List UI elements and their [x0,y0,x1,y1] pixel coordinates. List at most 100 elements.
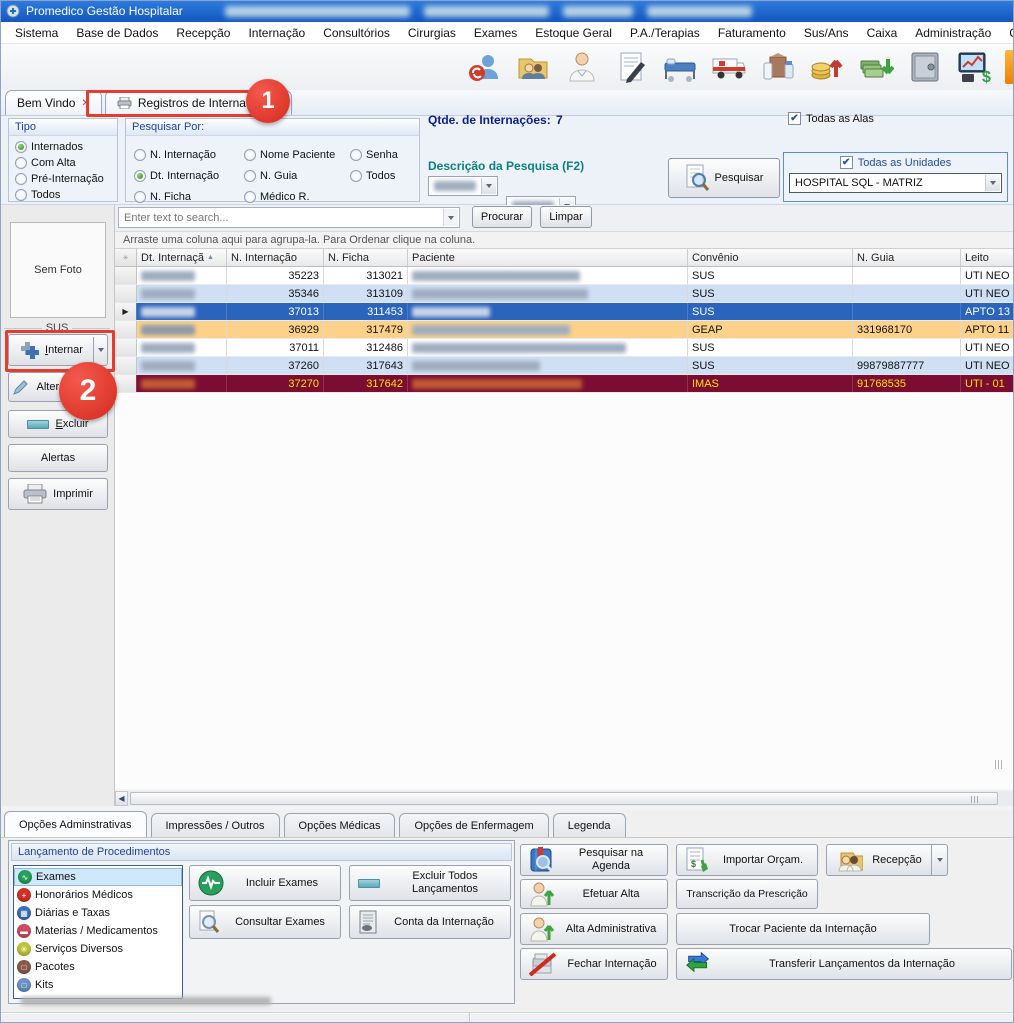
scroll-left-icon[interactable]: ◀ [115,791,128,806]
trocar-paciente-button[interactable]: Trocar Paciente da Internação [676,913,930,945]
grid-search-combo[interactable] [118,207,460,228]
todas-as-alas-checkbox[interactable]: ✔ Todas as Alas [788,112,874,125]
menu-item[interactable]: Cirurgias [399,23,465,43]
limpar-button[interactable]: Limpar [540,206,592,228]
procedure-list-item[interactable]: ∿ Exames [14,868,182,886]
sync-users-icon[interactable] [466,49,502,85]
radio-pesquisar-option[interactable]: N. Ficha [134,186,240,207]
row-selector[interactable] [115,375,137,392]
pharmacy-supplies-icon[interactable] [760,49,796,85]
row-selector[interactable] [115,339,137,356]
menu-item[interactable]: Base de Dados [67,23,167,43]
group-by-bar[interactable]: Arraste uma coluna aqui para agrupa-la. … [115,232,1014,249]
radio-tipo-option[interactable]: Internados [15,141,111,153]
column-header-dt-internacao[interactable]: Dt. Internaçã▲ [137,249,227,266]
menu-item[interactable]: Consultórios [314,23,399,43]
row-selector[interactable] [115,303,137,320]
column-header-leito[interactable]: Leito [961,249,1014,266]
medical-record-icon[interactable] [613,49,649,85]
alta-administrativa-button[interactable]: Alta Administrativa [520,913,668,945]
expense-down-icon[interactable] [858,49,894,85]
table-row[interactable]: 36929 317479 GEAP 331968170 APTO 11 [115,321,1014,339]
horizontal-scrollbar[interactable]: ◀ [115,791,1014,806]
importar-orcamento-button[interactable]: $ Importar Orçam. [676,844,818,876]
menu-item[interactable]: Recepção [167,23,239,43]
menu-item[interactable]: Administração [906,23,1000,43]
radio-pesquisar-option[interactable]: Médico R. [244,186,346,207]
column-header-n-ficha[interactable]: N. Ficha [324,249,408,266]
menu-item[interactable]: Custo [1000,23,1014,43]
procedure-list-item[interactable]: ✳ Serviços Diversos [14,940,182,958]
procedure-list-item[interactable]: □ Kits [14,976,182,994]
radio-tipo-option[interactable]: Todos [15,189,111,201]
menu-item[interactable]: P.A./Terapias [621,23,709,43]
search-input[interactable] [119,208,459,227]
alertas-button[interactable]: Alertas [8,444,108,472]
transcricao-prescricao-button[interactable]: Transcrição da Prescrição [676,879,818,909]
menu-item[interactable]: Sistema [6,23,67,43]
procedure-list-item[interactable]: ▦ Diárias e Taxas [14,904,182,922]
ambulance-icon[interactable] [711,49,747,85]
table-row[interactable]: 37260 317643 SUS 99879887777 UTI NEO [115,357,1014,375]
row-selector[interactable] [115,321,137,338]
procedure-list-item[interactable]: + Honorários Médicos [14,886,182,904]
radio-tipo-option[interactable]: Com Alta [15,157,111,169]
row-selector[interactable] [115,285,137,302]
chevron-down-icon[interactable] [985,175,1000,191]
fechar-internacao-button[interactable]: Fechar Internação [520,948,668,980]
procedure-list-item[interactable]: □ Pacotes [14,958,182,976]
radio-tipo-option[interactable]: Pré-Internação [15,173,111,185]
radio-pesquisar-option[interactable]: Todos [350,165,414,186]
column-header-paciente[interactable]: Paciente [408,249,688,266]
recepcao-button[interactable]: Recepção [826,844,948,876]
table-row[interactable]: 35223 313021 SUS UTI NEO [115,267,1014,285]
column-header-n-internacao[interactable]: N. Internação [227,249,324,266]
doctor-icon[interactable] [564,49,600,85]
pesquisar-agenda-button[interactable]: Pesquisar na Agenda [520,844,668,876]
radio-pesquisar-option[interactable]: Senha [350,144,414,165]
menu-item[interactable]: Caixa [858,23,907,43]
radio-pesquisar-option[interactable]: Dt. Internação [134,165,240,186]
table-row[interactable]: 37011 312486 SUS UTI NEO [115,339,1014,357]
data-inicial-combo[interactable] [428,176,498,196]
menu-item[interactable]: Estoque Geral [526,23,621,43]
conta-internacao-button[interactable]: Conta da Internação [349,905,511,939]
menu-item[interactable]: Exames [465,23,526,43]
revenue-up-icon[interactable] [809,49,845,85]
bottom-tab[interactable]: Opções Adminstrativas [4,811,147,837]
recepcao-dropdown[interactable] [931,845,947,875]
radio-pesquisar-option[interactable]: N. Internação [134,144,240,165]
grid-resize-grip[interactable] [995,760,1004,769]
safe-icon[interactable] [907,49,943,85]
todas-as-unidades-checkbox[interactable]: ✔ Todas as Unidades [784,156,1007,169]
scrollbar-thumb[interactable] [130,792,998,805]
transferir-lancamentos-button[interactable]: Transferir Lançamentos da Internação [676,948,1012,980]
table-row[interactable]: 37270 317642 IMAS 91768535 UTI - 01 [115,375,1014,393]
imprimir-button[interactable]: Imprimir [8,478,108,510]
table-row[interactable]: 35346 313109 SUS UTI NEO [115,285,1014,303]
bottom-tab[interactable]: Opções de Enfermagem [399,813,548,837]
pesquisar-button[interactable]: Pesquisar [668,158,780,198]
unidade-combo[interactable]: HOSPITAL SQL - MATRIZ [789,173,1002,193]
excluir-todos-lancamentos-button[interactable]: Excluir Todos Lançamentos [349,865,511,901]
chevron-down-icon[interactable] [481,178,496,194]
radio-pesquisar-option[interactable]: Nome Paciente [244,144,346,165]
bottom-tab[interactable]: Legenda [553,813,626,837]
menu-item[interactable]: Sus/Ans [795,23,858,43]
chevron-down-icon[interactable] [443,209,458,226]
patients-folder-icon[interactable] [515,49,551,85]
procedure-list-item[interactable]: ▬ Materias / Medicamentos [14,922,182,940]
column-header-convenio[interactable]: Convênio [688,249,853,266]
table-row[interactable]: 37013 311453 SUS APTO 13 [115,303,1014,321]
row-selector[interactable] [115,357,137,374]
radio-pesquisar-option[interactable]: N. Guia [244,165,346,186]
bottom-tab[interactable]: Opções Médicas [284,813,396,837]
bottom-tab[interactable]: Impressões / Outros [151,813,280,837]
efetuar-alta-button[interactable]: Efetuar Alta [520,879,668,909]
row-selector[interactable] [115,267,137,284]
clipped-orange-icon[interactable] [1005,50,1014,84]
procurar-button[interactable]: Procurar [472,206,532,228]
incluir-exames-button[interactable]: Incluir Exames [189,865,341,901]
finance-chart-icon[interactable]: $ [956,49,992,85]
column-header-selector[interactable]: ✳ [115,249,137,266]
